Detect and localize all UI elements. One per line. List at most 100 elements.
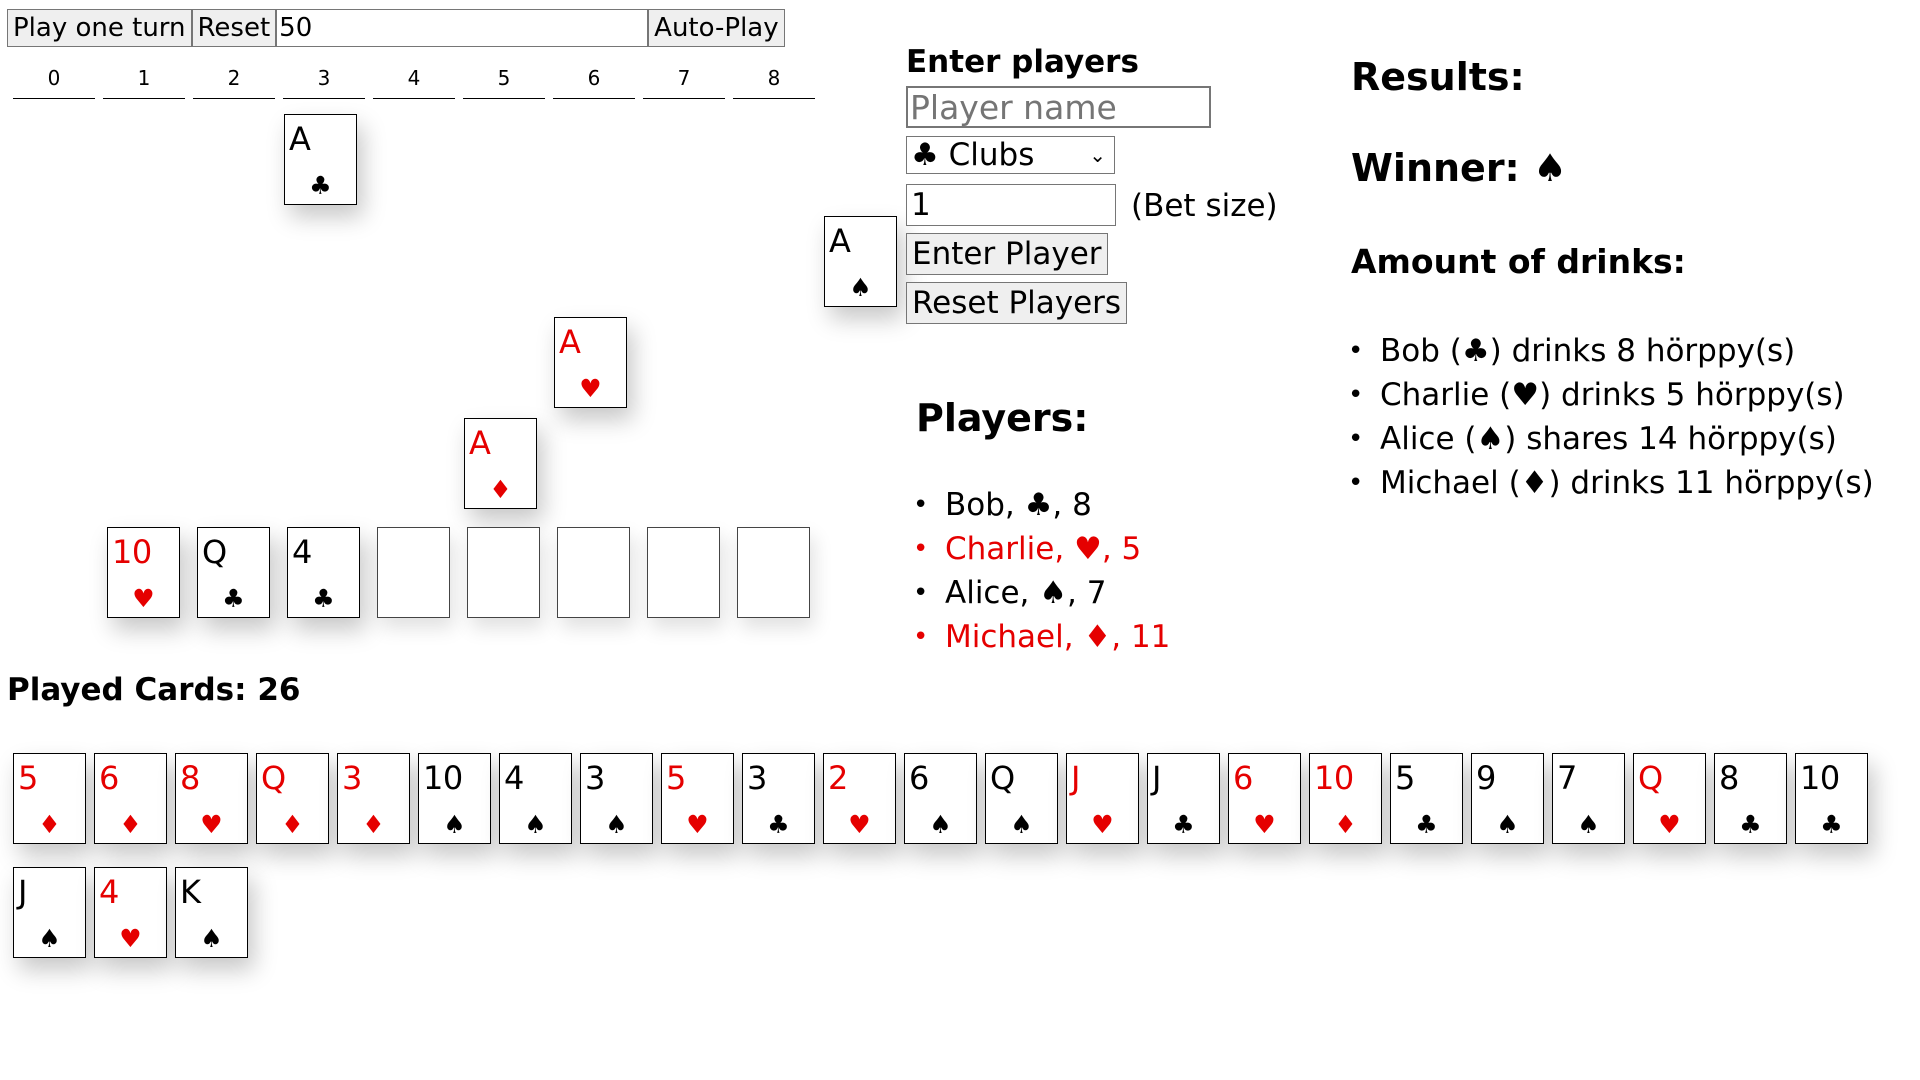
- card-suit-icon: ♠: [200, 924, 223, 953]
- played-card: 3 ♦: [337, 753, 410, 844]
- player-name-input[interactable]: [906, 86, 1211, 128]
- drinks-list: • Bob (♣) drinks 8 hörppy(s) • Charlie (♥) …: [1348, 329, 1874, 505]
- players-list: • Bob, ♣, 8 • Charlie, ♥, 5 • Alice, ♠, 7 • Mic…: [913, 483, 1170, 659]
- card-suit-icon: ♣: [1820, 810, 1843, 839]
- play-one-turn-button[interactable]: Play one turn: [7, 9, 192, 47]
- bullet-icon: •: [913, 534, 929, 564]
- card-suit-icon: ♦: [362, 810, 385, 839]
- drinks-item: • Charlie (♥) drinks 5 hörppy(s): [1348, 373, 1874, 417]
- card-suit-icon: ♠: [605, 810, 628, 839]
- card-suit-icon: ♥: [579, 374, 602, 403]
- track-card: 10 ♥: [107, 527, 180, 618]
- turns-input[interactable]: [276, 9, 649, 47]
- empty-card-slot: [467, 527, 540, 618]
- played-card: K ♠: [175, 867, 248, 958]
- card-rank: 4: [292, 533, 312, 571]
- column-label: 5: [463, 64, 545, 99]
- drinks-item: • Alice (♠) shares 14 hörppy(s): [1348, 417, 1874, 461]
- drinks-text: Michael (♦) drinks 11 hörppy(s): [1380, 465, 1874, 501]
- suit-select-value: ♣ Clubs: [911, 137, 1035, 173]
- card-rank: J: [1152, 759, 1161, 797]
- played-card: 4 ♥: [94, 867, 167, 958]
- track-card: 4 ♣: [287, 527, 360, 618]
- card-suit-icon: ♣: [1172, 810, 1195, 839]
- track-card: Q ♣: [197, 527, 270, 618]
- card-rank: 9: [1476, 759, 1496, 797]
- card-suit-icon: ♥: [200, 810, 223, 839]
- empty-card-slot: [737, 527, 810, 618]
- player-item: • Charlie, ♥, 5: [913, 527, 1170, 571]
- played-card: 10 ♠: [418, 753, 491, 844]
- ace-card: A ♥: [554, 317, 627, 408]
- card-rank: 3: [747, 759, 767, 797]
- played-card: 3 ♣: [742, 753, 815, 844]
- card-rank: 6: [1233, 759, 1253, 797]
- card-suit-icon: ♣: [767, 810, 790, 839]
- played-card: Q ♥: [1633, 753, 1706, 844]
- player-item: • Bob, ♣, 8: [913, 483, 1170, 527]
- card-suit-icon: ♥: [1253, 810, 1276, 839]
- card-suit-icon: ♦: [281, 810, 304, 839]
- player-item: • Alice, ♠, 7: [913, 571, 1170, 615]
- played-card: Q ♦: [256, 753, 329, 844]
- player-item: • Michael, ♦, 11: [913, 615, 1170, 659]
- played-card: 8 ♥: [175, 753, 248, 844]
- bet-size-input[interactable]: [906, 184, 1116, 226]
- empty-card-slot: [377, 527, 450, 618]
- bullet-icon: •: [1348, 336, 1364, 366]
- card-suit-icon: ♣: [312, 584, 335, 613]
- enter-player-button[interactable]: Enter Player: [906, 233, 1108, 275]
- card-suit-icon: ♣: [1415, 810, 1438, 839]
- chevron-down-icon: ⌄: [1089, 143, 1106, 167]
- card-suit-icon: ♣: [309, 171, 332, 200]
- played-card: 3 ♠: [580, 753, 653, 844]
- reset-players-button[interactable]: Reset Players: [906, 282, 1128, 324]
- played-card: 4 ♠: [499, 753, 572, 844]
- drinks-text: Alice (♠) shares 14 hörppy(s): [1380, 421, 1837, 457]
- drinks-item: • Michael (♦) drinks 11 hörppy(s): [1348, 461, 1874, 505]
- suit-select[interactable]: ♣ Clubs ⌄: [906, 136, 1115, 174]
- card-rank: 4: [504, 759, 524, 797]
- card-suit-icon: ♣: [1739, 810, 1762, 839]
- empty-card-slot: [557, 527, 630, 618]
- card-suit-icon: ♦: [119, 810, 142, 839]
- card-suit-icon: ♦: [38, 810, 61, 839]
- auto-play-button[interactable]: Auto-Play: [648, 9, 785, 47]
- winner-label: Winner: ♠: [1351, 146, 1568, 190]
- card-suit-icon: ♥: [1091, 810, 1114, 839]
- reset-button[interactable]: Reset: [191, 9, 277, 47]
- card-suit-icon: ♥: [132, 584, 155, 613]
- card-rank: 8: [1719, 759, 1739, 797]
- player-text: Charlie, ♥, 5: [945, 531, 1142, 567]
- played-card: J ♠: [13, 867, 86, 958]
- card-rank: 8: [180, 759, 200, 797]
- card-suit-icon: ♥: [686, 810, 709, 839]
- player-text: Bob, ♣, 8: [945, 487, 1092, 523]
- played-card: J ♣: [1147, 753, 1220, 844]
- card-rank: 5: [666, 759, 686, 797]
- bullet-icon: •: [1348, 380, 1364, 410]
- column-label: 0: [13, 64, 95, 99]
- card-rank: 4: [99, 873, 119, 911]
- card-rank: 3: [585, 759, 605, 797]
- results-title: Results:: [1351, 55, 1525, 99]
- column-label: 8: [733, 64, 815, 99]
- bet-size-label: (Bet size): [1131, 188, 1278, 224]
- card-rank: J: [1071, 759, 1080, 797]
- played-card: 6 ♦: [94, 753, 167, 844]
- card-suit-icon: ♥: [1658, 810, 1681, 839]
- played-card: 2 ♥: [823, 753, 896, 844]
- card-rank: 3: [342, 759, 362, 797]
- card-rank: 6: [909, 759, 929, 797]
- played-card: 10 ♣: [1795, 753, 1868, 844]
- card-suit-icon: ♠: [38, 924, 61, 953]
- top-controls: Play one turn Reset Auto-Play: [7, 9, 785, 47]
- enter-players-title: Enter players: [906, 44, 1139, 80]
- drinks-text: Charlie (♥) drinks 5 hörppy(s): [1380, 377, 1845, 413]
- card-rank: Q: [261, 759, 286, 797]
- card-rank: 2: [828, 759, 848, 797]
- card-suit-icon: ♣: [222, 584, 245, 613]
- ace-card: A ♠: [824, 216, 897, 307]
- column-label: 4: [373, 64, 455, 99]
- played-card: 7 ♠: [1552, 753, 1625, 844]
